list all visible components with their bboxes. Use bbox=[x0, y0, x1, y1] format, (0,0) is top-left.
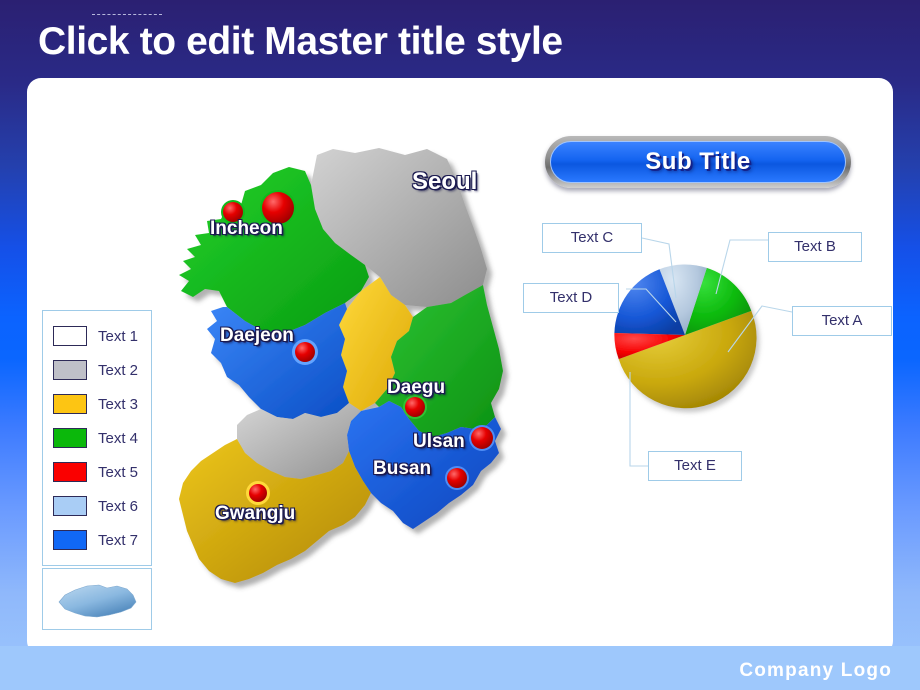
city-label-daejeon: Daejeon bbox=[220, 325, 294, 346]
legend-swatch-5 bbox=[53, 462, 87, 482]
city-dot-ulsan bbox=[469, 425, 495, 451]
map-legend: Text 1 Text 2 Text 3 Text 4 Text 5 Text … bbox=[42, 310, 152, 566]
legend-item[interactable]: Text 4 bbox=[43, 421, 151, 455]
legend-label-7: Text 7 bbox=[98, 531, 139, 549]
city-label-incheon: Incheon bbox=[210, 218, 283, 239]
city-label-busan: Busan bbox=[373, 458, 432, 479]
city-dot-busan bbox=[445, 466, 469, 490]
legend-label-4: Text 4 bbox=[98, 429, 139, 447]
sub-title-label: Sub Title bbox=[645, 148, 751, 175]
city-label-daegu: Daegu bbox=[387, 377, 446, 398]
legend-swatch-6 bbox=[53, 496, 87, 516]
footer-bar: Company Logo bbox=[0, 646, 920, 690]
legend-swatch-7 bbox=[53, 530, 87, 550]
city-label-ulsan: Ulsan bbox=[413, 431, 465, 452]
city-label-seoul: Seoul bbox=[412, 168, 478, 195]
sub-title-button-inner: Sub Title bbox=[550, 141, 846, 183]
legend-label-5: Text 5 bbox=[98, 463, 139, 481]
pie-callout-text-c[interactable]: Text C bbox=[542, 223, 642, 253]
city-dot-daejeon bbox=[292, 339, 318, 365]
legend-item[interactable]: Text 3 bbox=[43, 387, 151, 421]
legend-label-3: Text 3 bbox=[98, 395, 139, 413]
legend-item[interactable]: Text 6 bbox=[43, 489, 151, 523]
pie-callout-text-e[interactable]: Text E bbox=[648, 451, 742, 481]
city-label-gwangju: Gwangju bbox=[215, 503, 296, 524]
legend-item[interactable]: Text 2 bbox=[43, 353, 151, 387]
pie-callout-text-a[interactable]: Text A bbox=[792, 306, 892, 336]
legend-swatch-4 bbox=[53, 428, 87, 448]
pie-callout-text-b[interactable]: Text B bbox=[768, 232, 862, 262]
legend-item[interactable]: Text 1 bbox=[43, 319, 151, 353]
top-dashed-tick bbox=[92, 14, 162, 15]
korea-map[interactable]: Seoul Incheon Daejeon Daegu Ulsan Busan … bbox=[165, 145, 525, 635]
jeju-island-icon bbox=[58, 584, 137, 618]
legend-swatch-1 bbox=[53, 326, 87, 346]
legend-label-1: Text 1 bbox=[98, 327, 139, 345]
pie-callout-text-d[interactable]: Text D bbox=[523, 283, 619, 313]
legend-label-2: Text 2 bbox=[98, 361, 139, 379]
legend-label-6: Text 6 bbox=[98, 497, 139, 515]
jeju-island-inset[interactable] bbox=[42, 568, 152, 630]
legend-item[interactable]: Text 5 bbox=[43, 455, 151, 489]
legend-swatch-3 bbox=[53, 394, 87, 414]
pie-chart[interactable]: Text C Text B Text D Text A Text E bbox=[523, 210, 900, 500]
slide: Click to edit Master title style Seoul I… bbox=[0, 0, 920, 690]
page-title[interactable]: Click to edit Master title style bbox=[38, 18, 878, 66]
legend-item[interactable]: Text 7 bbox=[43, 523, 151, 557]
city-dot-gwangju bbox=[246, 481, 270, 505]
legend-swatch-2 bbox=[53, 360, 87, 380]
company-logo[interactable]: Company Logo bbox=[739, 660, 892, 682]
sub-title-button[interactable]: Sub Title bbox=[545, 136, 851, 188]
